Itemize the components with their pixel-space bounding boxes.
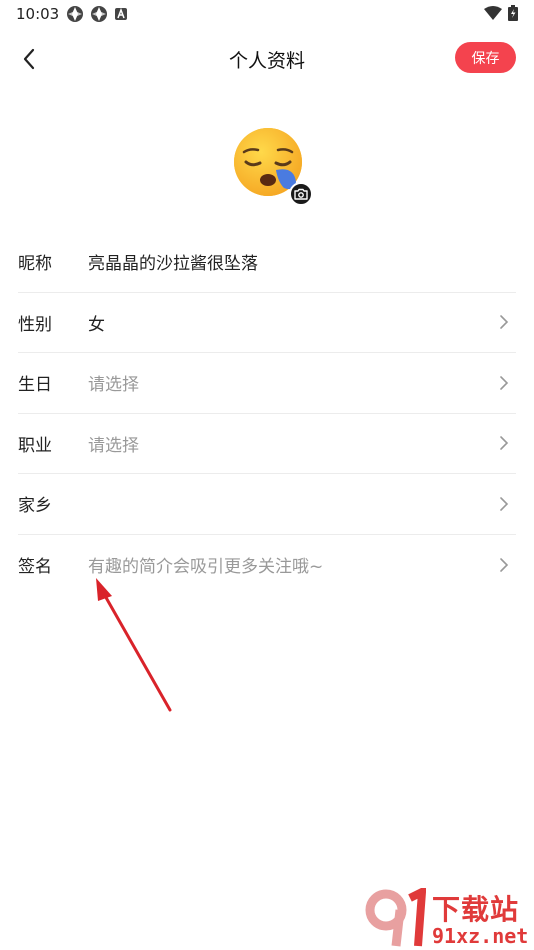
occupation-label: 职业 (18, 435, 52, 456)
signature-value[interactable]: 有趣的简介会吸引更多关注哦~ (88, 552, 516, 577)
save-button[interactable]: 保存 (455, 42, 516, 73)
camera-icon (294, 188, 308, 200)
status-time: 10:03 (16, 5, 60, 23)
nickname-label: 昵称 (18, 254, 52, 275)
chevron-right-icon (500, 496, 509, 511)
birthday-value: 请选择 (88, 375, 139, 396)
gender-label: 性别 (18, 314, 52, 335)
watermark-text: 下载站 (432, 893, 520, 926)
app-notification-icon (67, 6, 83, 22)
chevron-right-icon (500, 557, 509, 572)
profile-form: 昵称 亮晶晶的沙拉酱很坠落 性别 女 生日 请选择 职业 请选择 家乡 签名 有… (18, 232, 516, 595)
chevron-right-icon (500, 315, 509, 330)
watermark-logo: 下载站 91xz.net (360, 888, 534, 950)
hometown-row[interactable]: 家乡 (18, 474, 516, 535)
app-notification-icon (91, 6, 107, 22)
avatar[interactable] (230, 126, 314, 206)
nickname-row[interactable]: 昵称 亮晶晶的沙拉酱很坠落 (18, 232, 516, 293)
change-avatar-button[interactable] (289, 182, 313, 206)
birthday-label: 生日 (18, 375, 52, 396)
battery-icon (508, 5, 518, 21)
occupation-row[interactable]: 职业 请选择 (18, 414, 516, 474)
gender-value: 女 (88, 314, 105, 335)
signature-label: 签名 (18, 557, 52, 578)
status-bar: 10:03 (0, 0, 534, 28)
status-icons-left (66, 5, 128, 23)
watermark-url: 91xz.net (432, 924, 529, 948)
occupation-value: 请选择 (88, 435, 139, 456)
chevron-right-icon (500, 436, 509, 451)
page-title: 个人资料 (228, 50, 305, 72)
birthday-row[interactable]: 生日 请选择 (18, 353, 516, 414)
nickname-value[interactable]: 亮晶晶的沙拉酱很坠落 (88, 249, 516, 274)
hometown-label: 家乡 (18, 496, 52, 517)
chevron-right-icon (500, 375, 509, 390)
signature-row[interactable]: 签名 有趣的简介会吸引更多关注哦~ (18, 535, 516, 596)
wifi-icon (484, 6, 502, 20)
gender-row[interactable]: 性别 女 (18, 293, 516, 353)
status-icons-right (484, 5, 518, 21)
a-notification-icon (115, 7, 127, 20)
nav-bar: 个人资料 保存 (0, 36, 534, 80)
watermark-9-icon (365, 888, 426, 947)
